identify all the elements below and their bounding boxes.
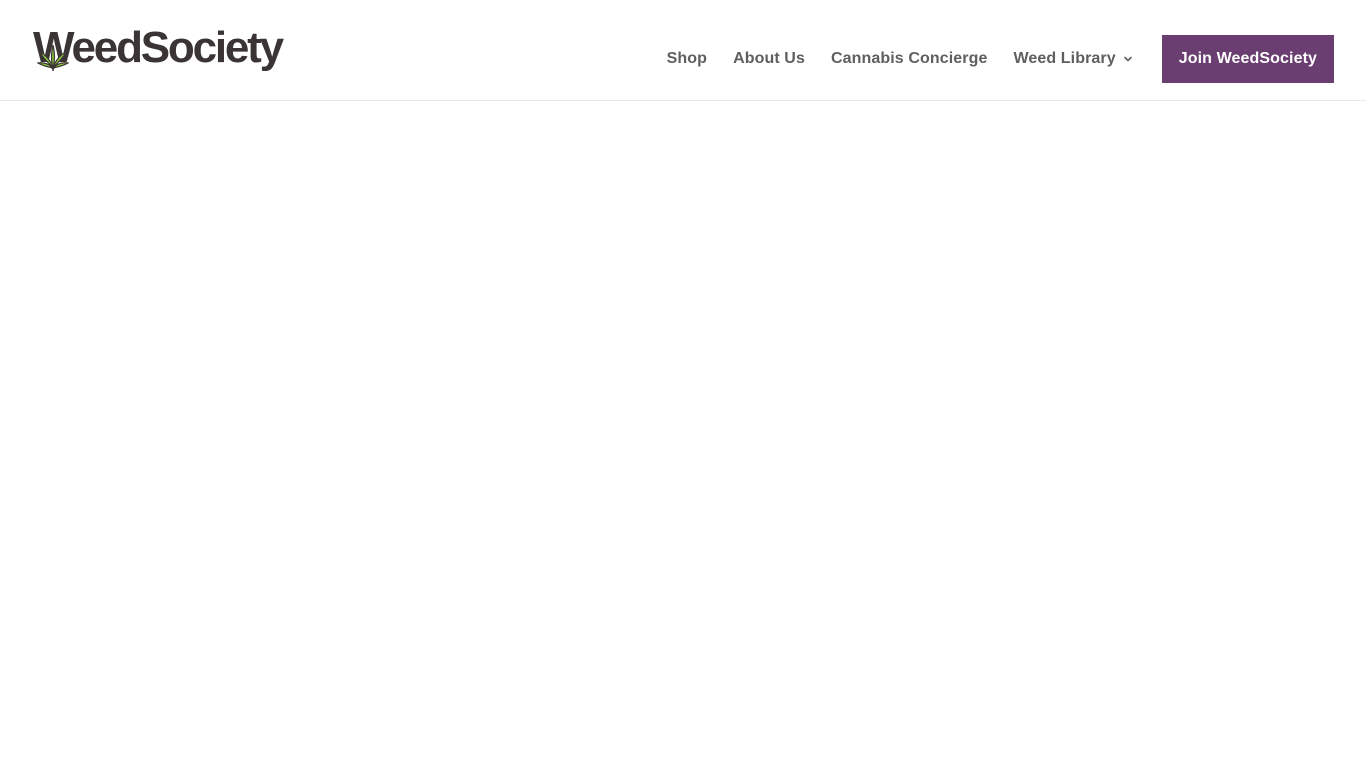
nav-shop-label: Shop <box>666 50 708 67</box>
site-header: WeedSociety Shop About Us Cannabis Conci… <box>0 0 1366 101</box>
main-navigation: Shop About Us Cannabis Concierge Weed Li… <box>667 35 1334 83</box>
nav-weed-library-label: Weed Library <box>1013 50 1116 67</box>
nav-shop[interactable]: Shop <box>667 50 707 68</box>
nav-weed-library[interactable]: Weed Library <box>1013 50 1133 68</box>
nav-about-us-label: About Us <box>733 50 805 67</box>
nav-cannabis-concierge[interactable]: Cannabis Concierge <box>831 50 988 68</box>
site-logo[interactable]: WeedSociety <box>33 23 284 76</box>
nav-about-us[interactable]: About Us <box>733 50 805 68</box>
page-content <box>0 101 1366 768</box>
cannabis-leaf-icon <box>37 44 69 71</box>
nav-cannabis-concierge-label: Cannabis Concierge <box>830 50 988 67</box>
logo-wordmark: WeedSociety <box>33 23 284 72</box>
chevron-down-icon <box>1123 56 1132 62</box>
join-weedsociety-button[interactable]: Join WeedSociety <box>1161 35 1334 83</box>
